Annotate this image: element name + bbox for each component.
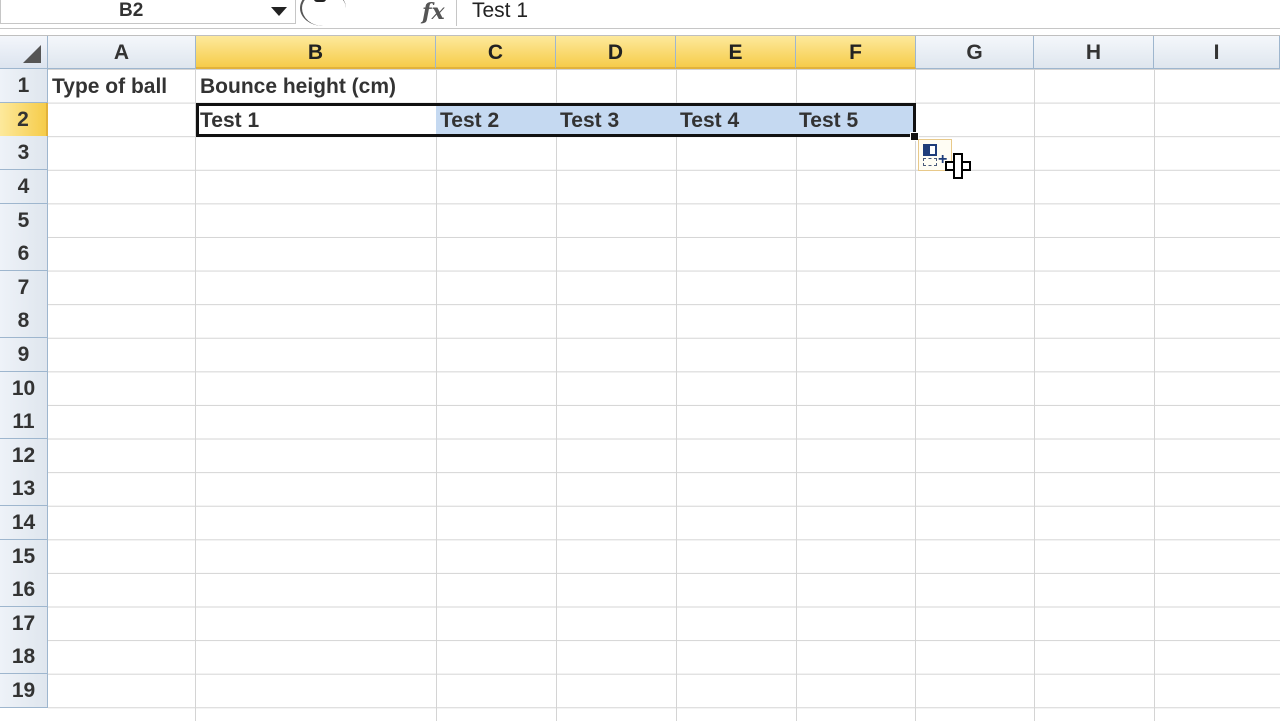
cell-a1[interactable]: Type of ball — [52, 70, 167, 103]
column-header-e[interactable]: E — [676, 36, 796, 69]
select-all-button[interactable] — [0, 36, 48, 69]
name-box-value: B2 — [119, 0, 144, 21]
column-header-f[interactable]: F — [796, 36, 916, 69]
row-header-5[interactable]: 5 — [0, 204, 48, 238]
cells-area[interactable] — [48, 69, 1280, 721]
row-header-3[interactable]: 3 — [0, 136, 48, 170]
row-header-15[interactable]: 15 — [0, 540, 48, 574]
row-header-13[interactable]: 13 — [0, 472, 48, 506]
splitter-grip-icon — [314, 0, 326, 2]
row-header-2[interactable]: 2 — [0, 103, 48, 137]
fx-icon[interactable]: fx — [422, 0, 445, 25]
row-header-17[interactable]: 17 — [0, 607, 48, 641]
row-header-19[interactable]: 19 — [0, 674, 48, 708]
gridline — [1154, 69, 1155, 721]
cell-b2[interactable]: Test 1 — [200, 104, 259, 137]
row-header-14[interactable]: 14 — [0, 506, 48, 540]
formula-bar-buttons: fx — [300, 0, 452, 26]
cell-f2[interactable]: Test 5 — [799, 104, 858, 137]
name-box[interactable]: B2 — [0, 0, 296, 24]
column-header-g[interactable]: G — [916, 36, 1034, 69]
column-header-i[interactable]: I — [1154, 36, 1280, 69]
formula-input[interactable]: Test 1 — [472, 0, 528, 24]
gridline — [796, 69, 797, 721]
row-header-12[interactable]: 12 — [0, 439, 48, 473]
gridline — [556, 69, 557, 721]
cursor-center — [955, 163, 961, 169]
formula-bar-divider — [456, 0, 457, 26]
row-header-4[interactable]: 4 — [0, 170, 48, 204]
cell-d2[interactable]: Test 3 — [560, 104, 619, 137]
cross-cursor-icon — [945, 153, 971, 179]
column-header-b[interactable]: B — [196, 36, 436, 69]
gridline — [1034, 69, 1035, 721]
gridline — [436, 69, 437, 721]
gridline — [195, 69, 196, 721]
formula-bar-splitter[interactable] — [300, 0, 346, 26]
column-header-d[interactable]: D — [556, 36, 676, 69]
column-header-h[interactable]: H — [1034, 36, 1154, 69]
row-header-8[interactable]: 8 — [0, 304, 48, 338]
row-header-6[interactable]: 6 — [0, 237, 48, 271]
gridline — [915, 69, 916, 721]
cell-b1[interactable]: Bounce height (cm) — [200, 70, 396, 103]
row-header-11[interactable]: 11 — [0, 405, 48, 439]
row-header-7[interactable]: 7 — [0, 271, 48, 305]
column-header-a[interactable]: A — [48, 36, 196, 69]
auto-fill-options-icon — [923, 144, 937, 156]
row-header-10[interactable]: 10 — [0, 372, 48, 406]
row-header-18[interactable]: 18 — [0, 640, 48, 674]
gridline — [676, 69, 677, 721]
formula-bar: B2 fx Test 1 — [0, 0, 1280, 29]
column-header-c[interactable]: C — [436, 36, 556, 69]
worksheet-grid: A B C D E F G H I 1 2 3 4 5 6 7 8 9 10 1… — [0, 35, 1280, 721]
row-header-16[interactable]: 16 — [0, 573, 48, 607]
cell-e2[interactable]: Test 4 — [680, 104, 739, 137]
chevron-down-icon[interactable] — [271, 7, 287, 16]
row-header-9[interactable]: 9 — [0, 338, 48, 372]
row-header-1[interactable]: 1 — [0, 69, 48, 103]
auto-fill-options-icon-lower — [923, 158, 937, 166]
cell-c2[interactable]: Test 2 — [440, 104, 499, 137]
select-all-triangle-icon — [23, 45, 41, 63]
